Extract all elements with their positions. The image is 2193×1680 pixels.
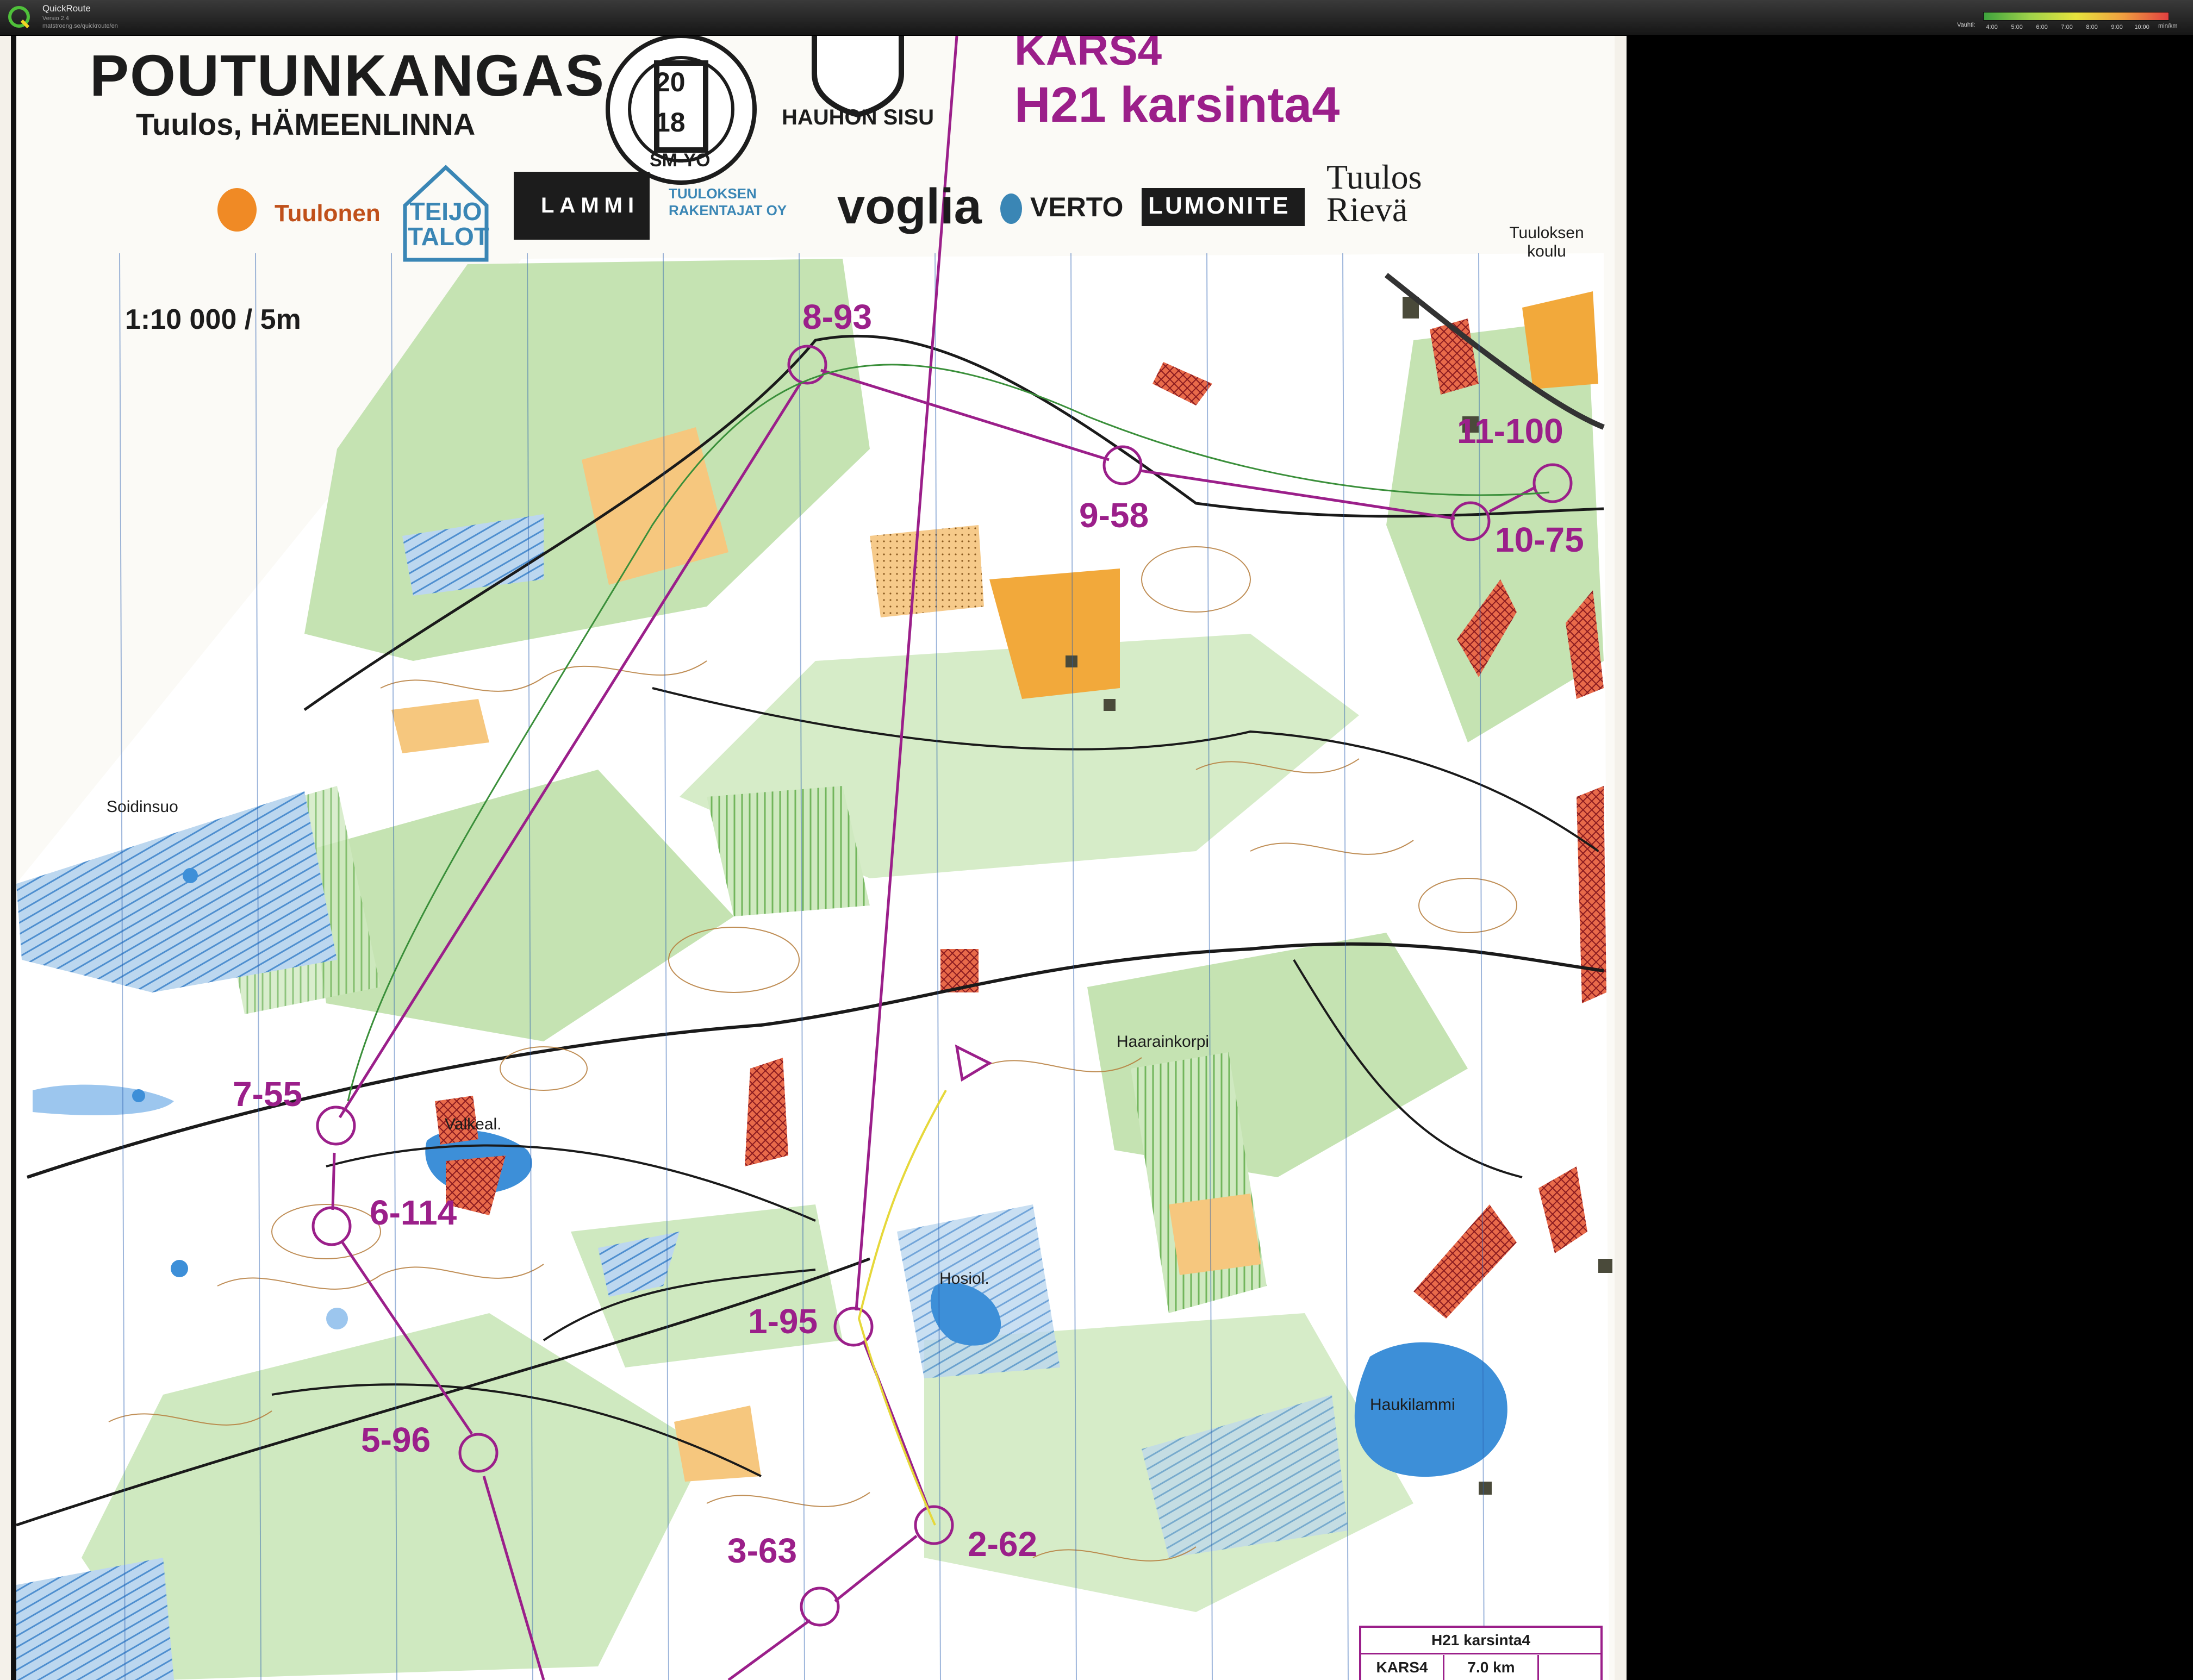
control-label: 6-114	[370, 1193, 457, 1232]
app-titlebar: QuickRoute Versio 2.4 matstroeng.se/quic…	[0, 0, 2193, 36]
pace-legend: Vauhti: 4:00 5:00 6:00 7:00 8:00 9:00 10…	[1957, 3, 2185, 33]
pace-tick: 9:00	[2111, 24, 2123, 30]
empty-canvas-area	[1627, 36, 2193, 1680]
course-info-code: KARS4	[1361, 1655, 1444, 1680]
pace-unit: min/km	[2158, 23, 2178, 29]
control-label: 10-75	[1495, 520, 1584, 559]
map-subtitle: Tuulos, HÄMEENLINNA	[136, 107, 476, 141]
control-label: 5-96	[361, 1420, 431, 1459]
orienteering-map[interactable]: POUTUNKANGAS Tuulos, HÄMEENLINNA 1:10 00…	[0, 36, 1627, 1680]
control-label: 9-58	[1079, 496, 1149, 535]
course-code: KARS4	[1014, 36, 1162, 74]
place-label: Hosiol.	[939, 1270, 989, 1288]
control-label: 7-55	[233, 1075, 303, 1114]
badge-caption: SM-YÖ	[650, 150, 711, 171]
sponsor: LUMONITE	[1148, 192, 1291, 219]
place-label: Haarainkorpi	[1117, 1033, 1210, 1051]
sponsor: TUULOKSEN RAKENTAJAT OY	[669, 185, 787, 218]
sponsor: VERTO	[1030, 192, 1124, 222]
control-label: 1-95	[748, 1302, 818, 1341]
sponsor: Tuulos Rievä	[1326, 158, 1422, 229]
place-label: Haukilammi	[1370, 1396, 1455, 1414]
pace-tick: 6:00	[2036, 24, 2048, 30]
app-version: Versio 2.4	[42, 15, 69, 22]
pace-tick: 4:00	[1986, 24, 1998, 30]
sponsor: TEIJO TALOT	[408, 197, 489, 251]
course-info-length: 7.0 km	[1445, 1655, 1539, 1680]
control-label: 2-62	[968, 1525, 1038, 1564]
place-label: Valkeal.	[445, 1115, 502, 1133]
place-label: Soidinsuo	[107, 798, 178, 816]
badge-year-bottom: 18	[655, 107, 686, 138]
map-title: POUTUNKANGAS	[90, 42, 606, 108]
control-label: 11-100	[1457, 411, 1563, 451]
map-terrain	[0, 36, 1627, 1680]
quickroute-logo-icon	[8, 6, 30, 29]
sponsor: Tuulonen	[275, 200, 381, 227]
control-label: 3-63	[727, 1531, 798, 1570]
verto-drop-icon	[1000, 193, 1022, 224]
place-label: Tuuloksen koulu	[1509, 224, 1584, 260]
tuulonen-logo-icon	[217, 188, 257, 232]
pace-tick: 5:00	[2011, 24, 2023, 30]
course-info-name: H21 karsinta4	[1361, 1628, 1600, 1654]
app-name: QuickRoute	[42, 3, 91, 14]
pace-tick: 8:00	[2086, 24, 2098, 30]
control-label: 8-93	[802, 297, 873, 336]
club-caption: HAUHON SISU	[782, 105, 934, 129]
course-info-table: H21 karsinta4 KARS4 7.0 km	[1359, 1626, 1603, 1680]
app-url: matstroeng.se/quickroute/en	[42, 23, 118, 29]
pace-legend-caption: Vauhti:	[1957, 22, 1976, 28]
pace-color-scale	[1983, 12, 2169, 21]
sponsor: LAMMI	[541, 193, 640, 217]
course-name: H21 karsinta4	[1014, 77, 1340, 133]
badge-year-top: 20	[655, 67, 686, 97]
sponsor: voglia	[837, 179, 982, 234]
pace-tick: 7:00	[2061, 24, 2073, 30]
map-scale: 1:10 000 / 5m	[125, 304, 301, 335]
pace-tick: 10:00	[2134, 24, 2150, 30]
